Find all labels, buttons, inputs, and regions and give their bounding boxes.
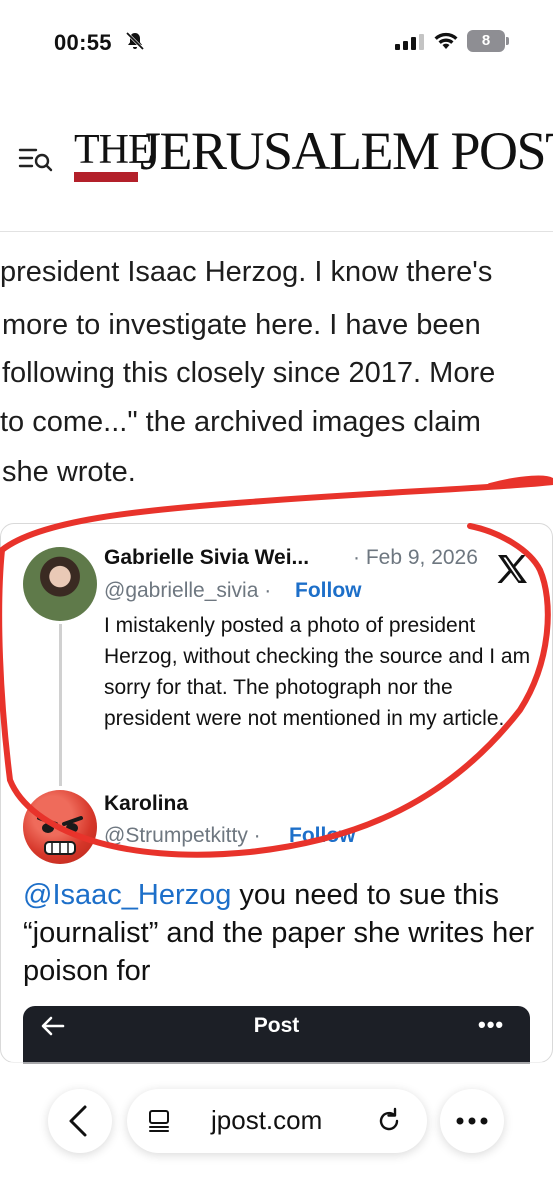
mention-link[interactable]: @Isaac_Herzog bbox=[23, 879, 231, 911]
article-line: president Isaac Herzog. I know there's bbox=[0, 256, 493, 288]
ellipsis-icon bbox=[456, 1117, 488, 1125]
clock: 00:55 bbox=[54, 30, 112, 55]
page-menu-icon[interactable] bbox=[147, 1109, 171, 1133]
url-text[interactable]: jpost.com bbox=[211, 1105, 322, 1136]
reply-author-name[interactable]: Karolina bbox=[104, 792, 188, 816]
reload-icon[interactable] bbox=[375, 1107, 403, 1135]
follow-link[interactable]: Follow bbox=[295, 579, 362, 603]
battery-level: 8 bbox=[467, 30, 505, 52]
article-line: to come..." the archived images claim bbox=[0, 406, 481, 438]
article-line: following this closely since 2017. More bbox=[2, 357, 496, 389]
tweet-date[interactable]: · Feb 9, 2026 bbox=[353, 546, 478, 570]
embedded-tweet-card[interactable]: Gabrielle Sivia Wei... · Feb 9, 2026 @ga… bbox=[0, 523, 553, 1064]
back-button[interactable] bbox=[48, 1089, 112, 1153]
wifi-icon bbox=[434, 32, 458, 49]
browser-toolbar: jpost.com bbox=[0, 1062, 553, 1200]
battery-nub bbox=[506, 37, 509, 45]
tweet-text: I mistakenly posted a photo of president… bbox=[104, 614, 531, 730]
cellular-signal-icon bbox=[395, 34, 424, 50]
article-line: more to investigate here. I have been bbox=[2, 309, 481, 341]
more-button[interactable] bbox=[440, 1089, 504, 1153]
angry-face-icon bbox=[37, 816, 83, 855]
thread-line bbox=[59, 624, 62, 786]
logo-red-bar bbox=[74, 172, 138, 182]
nested-post-screenshot[interactable]: Post ••• bbox=[23, 1006, 530, 1064]
reply-text: @Isaac_Herzog you need to sue this “jour… bbox=[23, 876, 543, 990]
jerusalem-post-logo[interactable]: THE JERUSALEM POST bbox=[72, 120, 553, 190]
chevron-left-icon bbox=[69, 1105, 87, 1137]
avatar[interactable] bbox=[23, 547, 97, 621]
address-bar[interactable]: jpost.com bbox=[127, 1089, 427, 1153]
follow-link[interactable]: Follow bbox=[289, 824, 356, 848]
x-logo-icon[interactable] bbox=[496, 554, 528, 584]
article-line: she wrote. bbox=[2, 456, 136, 488]
menu-search-icon[interactable] bbox=[18, 144, 54, 174]
site-header: THE JERUSALEM POST bbox=[0, 96, 553, 232]
reply-author-handle[interactable]: @Strumpetkitty · bbox=[104, 824, 261, 848]
nested-post-title: Post bbox=[253, 1014, 300, 1037]
logo-name: JERUSALEM POST bbox=[140, 121, 553, 181]
battery-indicator: 8 bbox=[467, 30, 509, 52]
bell-muted-icon bbox=[125, 31, 145, 51]
more-options-icon: ••• bbox=[478, 1012, 505, 1037]
status-bar: 00:55 8 bbox=[0, 0, 553, 78]
tweet-author-name[interactable]: Gabrielle Sivia Wei... bbox=[104, 546, 309, 570]
avatar[interactable] bbox=[23, 790, 97, 864]
tweet-author-handle[interactable]: @gabrielle_sivia · bbox=[104, 579, 271, 603]
